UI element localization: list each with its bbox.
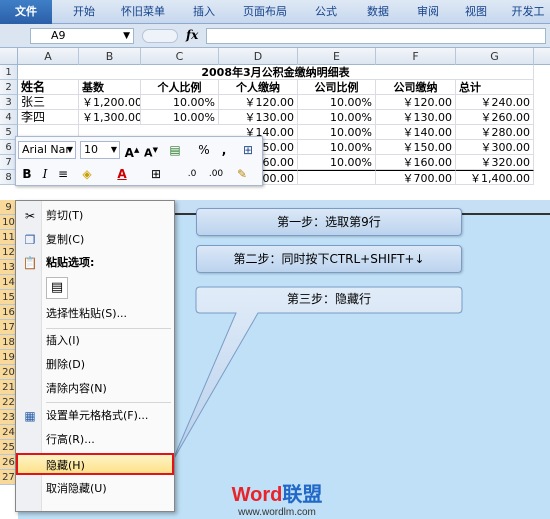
menu-item-label: 设置单元格格式(F)...	[46, 409, 149, 422]
menu-item-delete[interactable]: 删除(D)	[16, 354, 174, 376]
watermark-brand-word: Word	[231, 484, 283, 506]
menu-item-row-height[interactable]: 行高(R)...	[16, 429, 174, 451]
menu-item-hide[interactable]: 隐藏(H)	[16, 453, 174, 475]
watermark-url: www.wordlm.com	[238, 507, 316, 518]
menu-item-label: 取消隐藏(U)	[46, 482, 107, 495]
menu-item-label: 剪切(T)	[46, 209, 84, 222]
menu-item-label: 行高(R)...	[46, 433, 95, 446]
paste-option-icon[interactable]: ▤	[46, 277, 68, 299]
menu-item-label: 清除内容(N)	[46, 382, 107, 395]
menu-item-clear-contents[interactable]: 清除内容(N)	[16, 378, 174, 400]
menu-separator	[46, 328, 171, 329]
menu-item-copy[interactable]: ❐ 复制(C)	[16, 229, 174, 251]
menu-item-label: 删除(D)	[46, 358, 86, 371]
callout-step-3-text: 第三步：隐藏行	[286, 292, 371, 306]
format-cells-icon: ▦	[24, 409, 36, 423]
menu-separator	[46, 402, 171, 403]
menu-item-label: 选择性粘贴(S)...	[46, 307, 128, 320]
watermark-logo: Word联盟 www.wordlm.com	[222, 478, 332, 518]
watermark-brand-cn: 联盟	[282, 484, 323, 506]
menu-item-format-cells[interactable]: ▦ 设置单元格格式(F)...	[16, 405, 174, 427]
copy-icon: ❐	[24, 233, 36, 247]
menu-item-label: 粘贴选项:	[46, 256, 95, 269]
paste-icon: 📋	[22, 256, 38, 270]
menu-item-label: 插入(I)	[46, 334, 80, 347]
context-menu: ✂ 剪切(T) ❐ 复制(C) 📋 粘贴选项: ▤ 选择性粘贴(S)... 插入…	[15, 200, 175, 512]
menu-item-paste-options: 📋 粘贴选项:	[16, 252, 174, 274]
menu-item-label: 复制(C)	[46, 233, 85, 246]
menu-item-insert[interactable]: 插入(I)	[16, 330, 174, 352]
scissors-icon: ✂	[24, 209, 36, 223]
watermark-brand: Word联盟	[222, 478, 332, 507]
menu-item-unhide[interactable]: 取消隐藏(U)	[16, 478, 174, 500]
callout-step-3: 第三步：隐藏行	[196, 287, 462, 313]
menu-item-label: 隐藏(H)	[46, 459, 85, 472]
menu-item-paste-special[interactable]: 选择性粘贴(S)...	[16, 303, 174, 325]
menu-item-cut[interactable]: ✂ 剪切(T)	[16, 205, 174, 227]
